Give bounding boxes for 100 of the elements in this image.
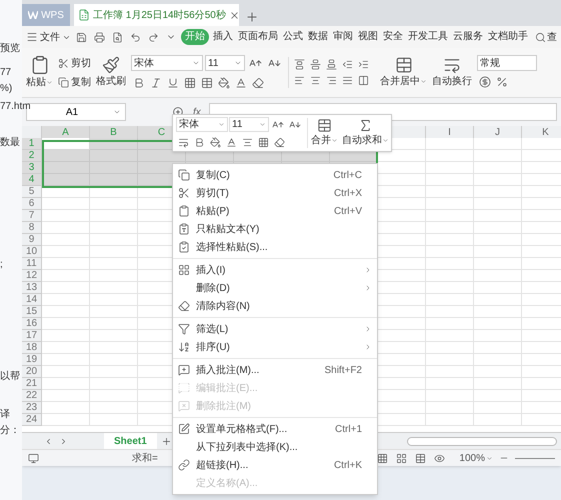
grid-cell[interactable]: [474, 210, 522, 222]
grid-cell[interactable]: [42, 354, 90, 366]
grid-cell[interactable]: [378, 330, 426, 342]
grid-cell[interactable]: [90, 354, 138, 366]
grid-cell[interactable]: [42, 258, 90, 270]
distribute-button[interactable]: [356, 73, 371, 88]
row-header[interactable]: 14: [22, 294, 42, 306]
grid-cell[interactable]: [378, 294, 426, 306]
grid-cell[interactable]: [426, 138, 474, 150]
grid-cell[interactable]: [378, 210, 426, 222]
grid-cell[interactable]: [474, 222, 522, 234]
grid-cell[interactable]: [378, 162, 426, 174]
menu-item[interactable]: 从下拉列表中选择(K)...: [173, 438, 377, 456]
grid-cell[interactable]: [426, 222, 474, 234]
grid-cell[interactable]: [90, 174, 138, 186]
grid-cell[interactable]: [42, 222, 90, 234]
row-header[interactable]: 19: [22, 354, 42, 366]
grid-cell[interactable]: [378, 270, 426, 282]
grid-cell[interactable]: [42, 378, 90, 390]
grid-cell[interactable]: [42, 150, 90, 162]
grid-cell[interactable]: [42, 402, 90, 414]
grid-cell[interactable]: [42, 294, 90, 306]
grid-cell[interactable]: [474, 330, 522, 342]
wrap-text-button[interactable]: 自动换行: [432, 56, 472, 89]
grid-cell[interactable]: [42, 246, 90, 258]
row-header[interactable]: 6: [22, 198, 42, 210]
grid-cell[interactable]: [378, 174, 426, 186]
grid-cell[interactable]: [378, 150, 426, 162]
menu-item[interactable]: 插入批注(M)... Shift+F2: [173, 361, 377, 379]
grid-cell[interactable]: [378, 366, 426, 378]
grid-cell[interactable]: [378, 282, 426, 294]
grid-cell[interactable]: [378, 246, 426, 258]
grid-cell[interactable]: [42, 198, 90, 210]
ribbon-tab[interactable]: 安全: [382, 29, 404, 45]
grid-cell[interactable]: [474, 174, 522, 186]
row-header[interactable]: 24: [22, 414, 42, 426]
menu-item[interactable]: 超链接(H)... Ctrl+K: [173, 456, 377, 474]
merge-center-button[interactable]: 合并居中: [380, 56, 427, 89]
grid-cell[interactable]: [474, 282, 522, 294]
grid-cell[interactable]: [378, 306, 426, 318]
row-header[interactable]: 10: [22, 246, 42, 258]
fill-color-button[interactable]: [216, 74, 232, 90]
grid-cell[interactable]: [42, 330, 90, 342]
ribbon-tab[interactable]: 插入: [212, 29, 234, 45]
menu-item[interactable]: 只粘贴文本(Y): [173, 220, 377, 238]
grid-cell[interactable]: [90, 150, 138, 162]
menu-item[interactable]: 复制(C) Ctrl+C: [173, 166, 377, 184]
grid-cell[interactable]: [474, 258, 522, 270]
autosum-button[interactable]: 自动求和: [342, 118, 389, 148]
ribbon-tab[interactable]: 公式: [282, 29, 304, 45]
row-header[interactable]: 8: [22, 222, 42, 234]
grid-cell[interactable]: [426, 282, 474, 294]
grid-cell[interactable]: [378, 354, 426, 366]
grid-cell[interactable]: [90, 366, 138, 378]
align-top-button[interactable]: [292, 57, 307, 72]
font-select[interactable]: 宋体: [131, 55, 203, 71]
grid-cell[interactable]: [90, 294, 138, 306]
row-header[interactable]: 16: [22, 318, 42, 330]
ribbon-tab[interactable]: 云服务: [452, 29, 484, 45]
row-header[interactable]: 5: [22, 186, 42, 198]
grid-cell[interactable]: [90, 378, 138, 390]
grid-cell[interactable]: [90, 390, 138, 402]
grid-cell[interactable]: [378, 258, 426, 270]
row-header[interactable]: 23: [22, 402, 42, 414]
grid-cell[interactable]: [474, 138, 522, 150]
grid-cell[interactable]: [426, 402, 474, 414]
grid-cell[interactable]: [426, 270, 474, 282]
grid-cell[interactable]: [474, 294, 522, 306]
grid-cell[interactable]: [42, 342, 90, 354]
grid-cell[interactable]: [90, 282, 138, 294]
menu-item[interactable]: 剪切(T) Ctrl+X: [173, 184, 377, 202]
row-header[interactable]: 7: [22, 210, 42, 222]
row-header[interactable]: 12: [22, 270, 42, 282]
ribbon-tab[interactable]: 页面布局: [237, 29, 279, 45]
grid-cell[interactable]: [426, 258, 474, 270]
grid-cell[interactable]: [474, 306, 522, 318]
grid-cell[interactable]: [426, 174, 474, 186]
grid-cell[interactable]: [426, 186, 474, 198]
menu-item[interactable]: 排序(U): [173, 338, 377, 356]
grid-cell[interactable]: [474, 318, 522, 330]
number-format-select[interactable]: 常规: [477, 55, 537, 71]
grid-cell[interactable]: [378, 222, 426, 234]
grid-cell[interactable]: [90, 270, 138, 282]
menu-item[interactable]: 删除(D): [173, 279, 377, 297]
grid-cell[interactable]: [522, 138, 561, 150]
paste-button[interactable]: 粘贴: [26, 55, 53, 90]
grid-cell[interactable]: [42, 174, 90, 186]
grid-cell[interactable]: [378, 378, 426, 390]
grid-cell[interactable]: [474, 198, 522, 210]
ribbon-tab[interactable]: 审阅: [332, 29, 354, 45]
grid-cell[interactable]: [42, 162, 90, 174]
grid-cell[interactable]: [426, 210, 474, 222]
format-painter-button[interactable]: 格式刷: [96, 56, 126, 89]
cut-button[interactable]: 剪切: [58, 56, 91, 70]
grid-cell[interactable]: [90, 222, 138, 234]
grid-cell[interactable]: [138, 150, 186, 162]
row-header[interactable]: 20: [22, 366, 42, 378]
menu-item[interactable]: 选择性粘贴(S)...: [173, 238, 377, 256]
menu-item[interactable]: 清除内容(N): [173, 297, 377, 315]
grid-cell[interactable]: [42, 366, 90, 378]
